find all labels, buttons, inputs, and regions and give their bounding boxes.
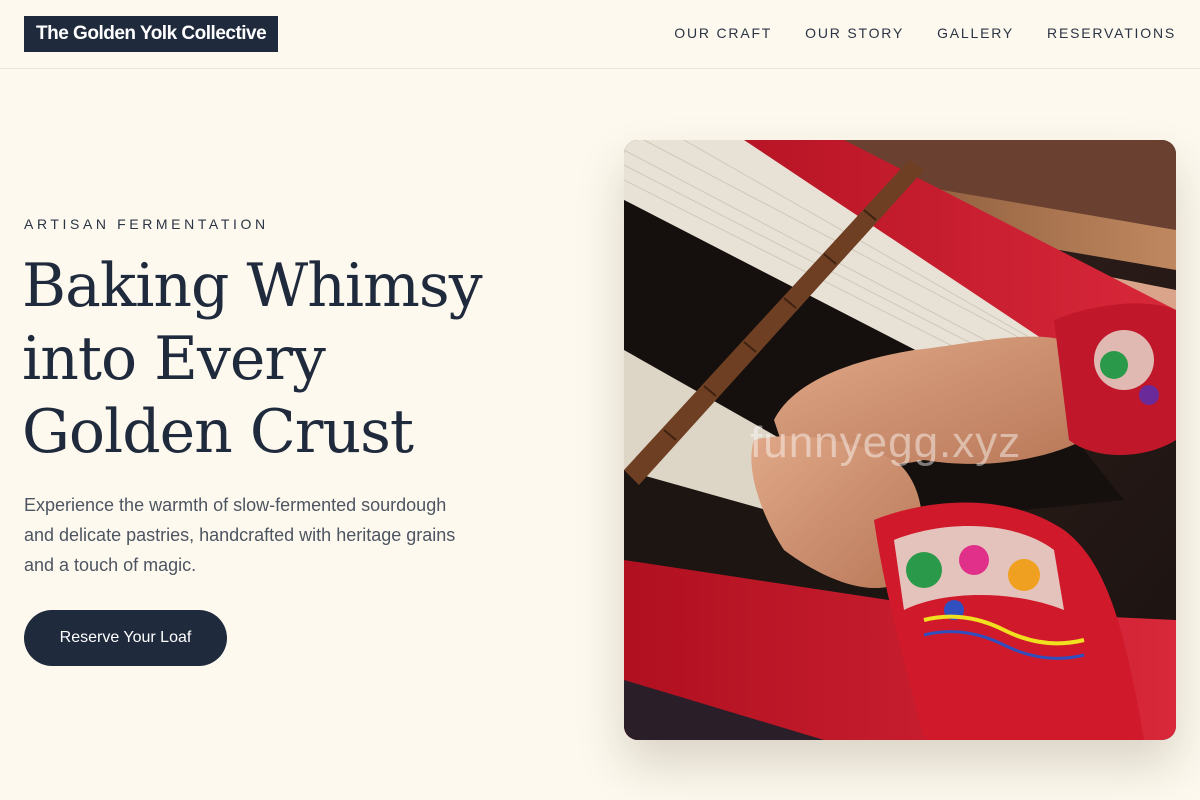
nav-our-craft[interactable]: OUR CRAFT bbox=[674, 23, 772, 43]
hero-eyebrow: ARTISAN FERMENTATION bbox=[24, 216, 269, 232]
nav-our-story[interactable]: OUR STORY bbox=[805, 23, 904, 43]
nav-reservations[interactable]: RESERVATIONS bbox=[1047, 23, 1176, 43]
brand-logo[interactable]: The Golden Yolk Collective bbox=[24, 16, 279, 52]
nav-gallery[interactable]: GALLERY bbox=[937, 23, 1014, 43]
site-header: The Golden Yolk Collective OUR CRAFT OUR… bbox=[0, 0, 1200, 69]
hero-description: Experience the warmth of slow-fermented … bbox=[24, 495, 456, 575]
headline-line: Golden Crust bbox=[22, 397, 414, 467]
hero-headline: Baking Whimsy into Every Golden Crust bbox=[22, 250, 602, 469]
main-nav: OUR CRAFT OUR STORY GALLERY RESERVATIONS bbox=[674, 23, 1176, 43]
reserve-loaf-button[interactable]: Reserve Your Loaf bbox=[24, 610, 227, 666]
headline-line: Baking Whimsy bbox=[22, 251, 483, 321]
hero-image-weaving: funnyegg.xyz bbox=[624, 140, 1176, 740]
image-watermark: funnyegg.xyz bbox=[750, 418, 1022, 467]
headline-line: into Every bbox=[22, 324, 326, 394]
